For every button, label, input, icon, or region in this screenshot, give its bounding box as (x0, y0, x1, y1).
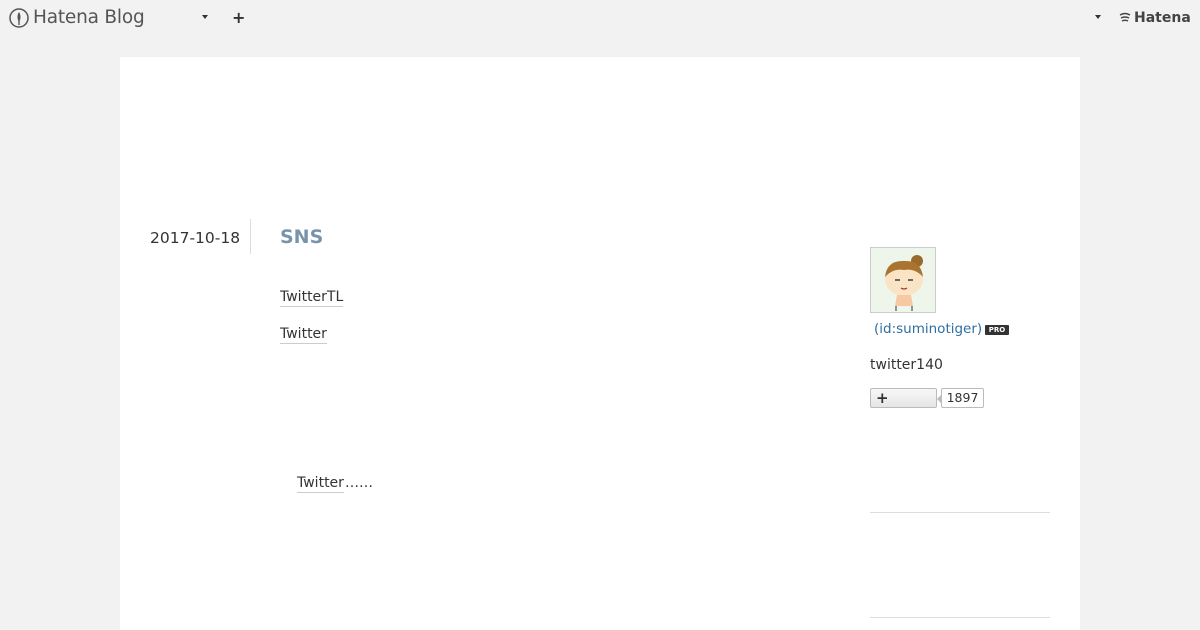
hatena-blog-logo[interactable]: Hatena Blog (9, 7, 145, 28)
hatena-logo-icon (1119, 12, 1131, 22)
entry-title[interactable]: SNS (280, 226, 323, 248)
avatar-image (885, 255, 923, 311)
entry-link-twitter[interactable]: Twitter (280, 326, 327, 344)
avatar[interactable] (870, 247, 936, 313)
follow-button[interactable]: + (870, 388, 937, 408)
user-id-link[interactable]: (id:suminotiger) (874, 321, 982, 337)
content-panel (120, 57, 1080, 630)
pro-badge: PRO (985, 325, 1009, 335)
follower-count: 1897 (941, 388, 984, 408)
profile-description: twitter140 (870, 357, 943, 373)
logo-text: Hatena Blog (33, 7, 145, 28)
hatena-blog-logo-icon (9, 7, 29, 28)
date-divider (250, 219, 251, 254)
add-entry-button[interactable]: + (232, 10, 245, 26)
global-header: Hatena Blog + Hatena (0, 0, 1200, 37)
entry-link-twitter-2[interactable]: Twitter (297, 475, 344, 493)
account-menu-caret-icon[interactable] (1095, 15, 1101, 19)
sidebar-divider (870, 512, 1050, 513)
caret-down-icon[interactable] (202, 15, 208, 19)
hatena-link[interactable]: Hatena (1118, 10, 1191, 26)
hatena-text: Hatena (1134, 10, 1191, 26)
entry-date[interactable]: 2017-10-18 (150, 229, 240, 247)
ellipsis-text: …… (345, 475, 373, 491)
sidebar-divider-2 (870, 617, 1050, 618)
entry-link-twittertl[interactable]: TwitterTL (280, 289, 344, 307)
plus-icon: + (876, 389, 889, 407)
